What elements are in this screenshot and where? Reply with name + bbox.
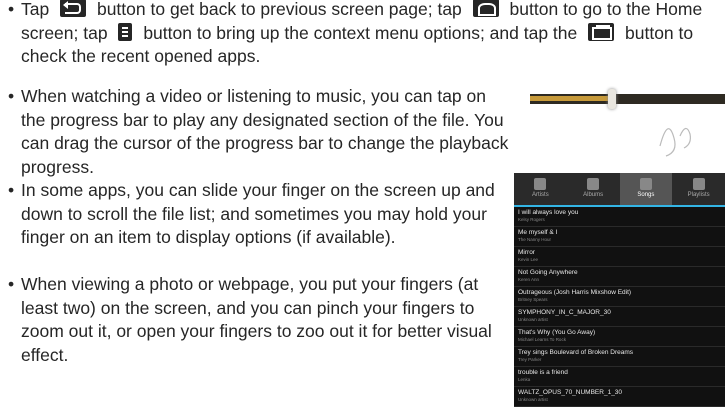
list-item[interactable]: Not Going Anywhere Keren Ann bbox=[514, 267, 725, 287]
tab-icon bbox=[587, 178, 600, 190]
recent-apps-icon bbox=[588, 22, 615, 41]
song-title: Not Going Anywhere bbox=[518, 269, 578, 276]
progress-bar-illustration bbox=[530, 86, 725, 166]
song-list: I will always love you Kelsy Rogers Me mys… bbox=[514, 207, 725, 407]
bullet-navigation-buttons: • Tap button to get back to previous scr… bbox=[8, 0, 721, 69]
list-item[interactable]: Trey sings Boulevard of Broken Dreams Tre… bbox=[514, 347, 725, 367]
list-item[interactable]: That's Why (You Go Away) Michael Learns T… bbox=[514, 327, 725, 347]
tab-label: Artists bbox=[532, 192, 549, 198]
song-artist: Michael Learns To Rock bbox=[518, 337, 566, 342]
song-artist: Keren Ann bbox=[518, 277, 540, 282]
bullet-progress-bar: • When watching a video or listening to … bbox=[8, 85, 511, 179]
tab-artists[interactable]: Artists bbox=[514, 173, 567, 205]
back-icon bbox=[60, 0, 87, 17]
finger-gesture-icon bbox=[659, 127, 691, 157]
home-icon bbox=[472, 0, 499, 17]
bullet-marker: • bbox=[8, 0, 15, 19]
song-title: WALTZ_OPUS_70_NUMBER_1_30 bbox=[518, 389, 623, 396]
song-title: Me myself & I bbox=[518, 229, 558, 236]
song-artist: Britney Spears bbox=[518, 297, 548, 302]
list-item[interactable]: Me myself & I The Nanny Hour bbox=[514, 227, 725, 247]
tab-label: Songs bbox=[637, 192, 655, 198]
list-item[interactable]: Mirror Kevin Lee bbox=[514, 247, 725, 267]
song-artist: Lenka bbox=[518, 377, 531, 382]
tab-icon bbox=[639, 178, 652, 190]
song-title: SYMPHONY_IN_C_MAJOR_30 bbox=[518, 309, 611, 316]
bullet-text: When watching a video or listening to mu… bbox=[21, 86, 509, 177]
tab-albums[interactable]: Albums bbox=[567, 173, 620, 205]
list-item[interactable]: WALTZ_OPUS_70_NUMBER_1_30 Unknown artist bbox=[514, 387, 725, 407]
list-item[interactable]: SYMPHONY_IN_C_MAJOR_30 Unknown artist bbox=[514, 307, 725, 327]
text-segment: button to bring up the context menu opti… bbox=[143, 22, 578, 43]
text-segment: button to get back to previous screen pa… bbox=[96, 0, 462, 19]
song-title: That's Why (You Go Away) bbox=[518, 329, 596, 336]
song-artist: Trey Parker bbox=[518, 357, 542, 362]
song-title: Outrageous (Josh Harris Mixshow Edit) bbox=[518, 289, 632, 296]
music-app-screenshot: Artists Albums Songs Playlists I will alway… bbox=[514, 173, 725, 407]
tab-label: Albums bbox=[583, 192, 604, 198]
bullet-marker: • bbox=[8, 274, 15, 294]
tab-playlists[interactable]: Playlists bbox=[672, 173, 725, 205]
list-item[interactable]: I will always love you Kelsy Rogers bbox=[514, 207, 725, 227]
tab-songs[interactable]: Songs bbox=[619, 173, 673, 205]
bullet-pinch-zoom: • When viewing a photo or webpage, you p… bbox=[8, 273, 511, 367]
song-artist: The Nanny Hour bbox=[518, 237, 552, 242]
song-artist: Unknown artist bbox=[518, 397, 548, 402]
tab-icon bbox=[692, 178, 705, 190]
song-title: I will always love you bbox=[518, 209, 579, 216]
list-item[interactable]: trouble is a friend Lenka bbox=[514, 367, 725, 387]
song-title: Trey sings Boulevard of Broken Dreams bbox=[518, 349, 634, 356]
menu-icon bbox=[118, 22, 133, 41]
text-segment: Tap bbox=[21, 0, 50, 19]
song-title: trouble is a friend bbox=[518, 369, 568, 376]
tab-label: Playlists bbox=[687, 192, 710, 198]
bullet-marker: • bbox=[8, 180, 15, 200]
song-title: Mirror bbox=[518, 249, 535, 256]
song-artist: Kevin Lee bbox=[518, 257, 539, 262]
bullet-scroll-list: • In some apps, you can slide your finge… bbox=[8, 179, 511, 250]
song-artist: Kelsy Rogers bbox=[518, 217, 545, 222]
list-item[interactable]: Outrageous (Josh Harris Mixshow Edit) Bri… bbox=[514, 287, 725, 307]
bullet-text: In some apps, you can slide your finger … bbox=[21, 180, 495, 247]
bullet-marker: • bbox=[8, 86, 15, 106]
bullet-text: When viewing a photo or webpage, you put… bbox=[21, 274, 492, 365]
song-artist: Unknown artist bbox=[518, 317, 548, 322]
music-tabs: Artists Albums Songs Playlists bbox=[514, 173, 725, 207]
tab-icon bbox=[534, 178, 547, 190]
